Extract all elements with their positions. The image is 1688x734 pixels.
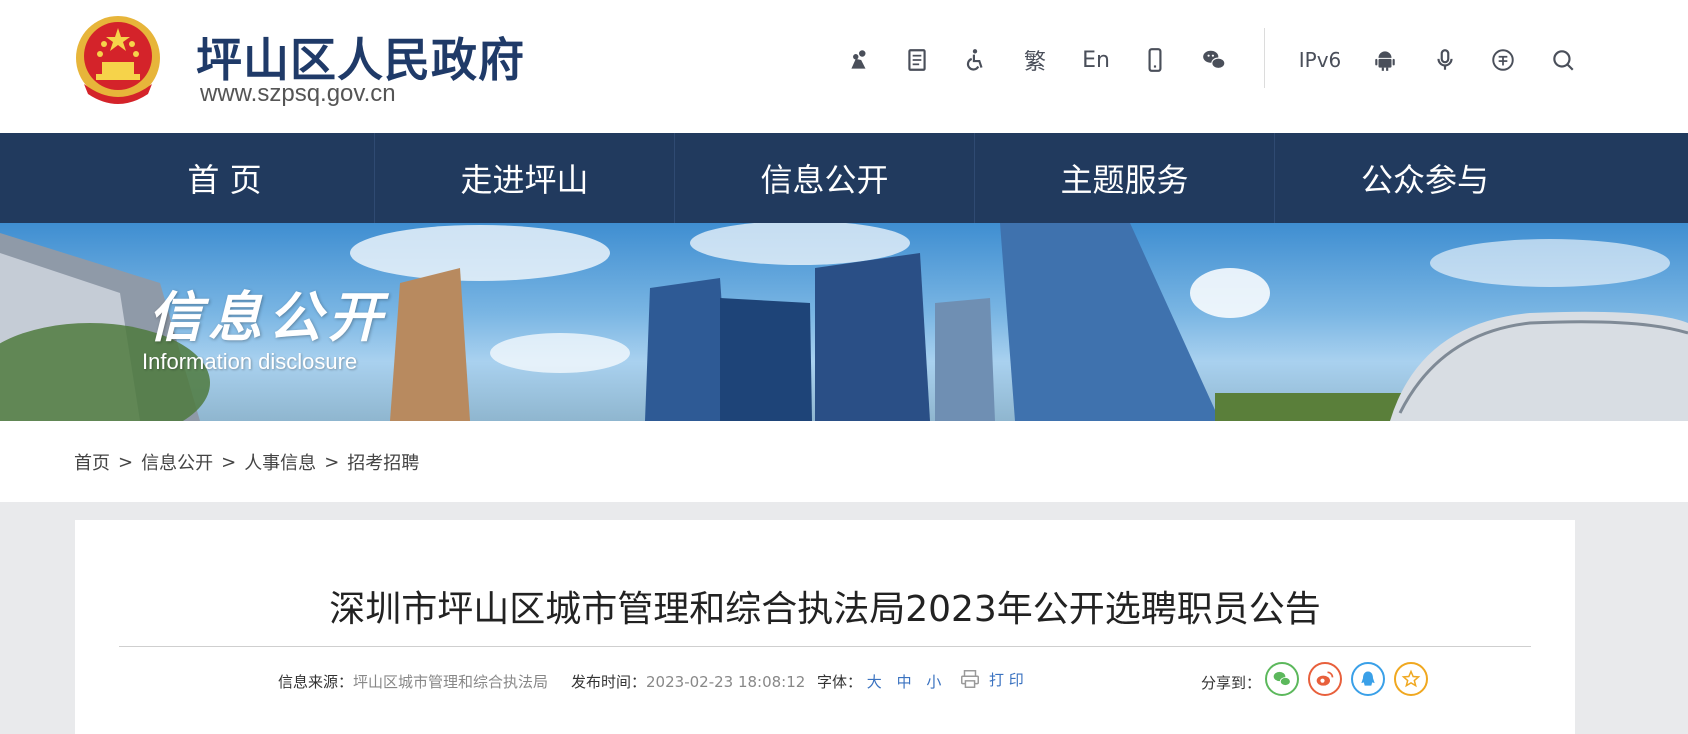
- banner-subtitle: Information disclosure: [142, 349, 358, 374]
- qq-icon: [1361, 671, 1375, 686]
- site-url: www.szpsq.gov.cn: [200, 80, 396, 107]
- mobile-icon[interactable]: [1138, 38, 1172, 82]
- main-nav: 首 页 走进坪山 信息公开 主题服务 公众参与: [0, 133, 1688, 223]
- source-label: 信息来源：: [278, 673, 354, 691]
- elderly-care-icon[interactable]: [842, 38, 876, 82]
- article-time: 发布时间：2023-02-23 18:08:12: [571, 671, 805, 692]
- printer-icon: [961, 670, 979, 688]
- time-label: 发布时间：: [571, 673, 647, 691]
- microphone-icon[interactable]: [1428, 38, 1462, 82]
- share-label: 分享到：: [1201, 674, 1262, 692]
- font-size-controls: 字体： 大 中 小: [817, 671, 951, 692]
- title-divider: [119, 646, 1531, 647]
- article-title: 深圳市坪山区城市管理和综合执法局2023年公开选聘职员公告: [329, 589, 1321, 630]
- accessibility-icon[interactable]: [958, 38, 992, 82]
- nav-item-info-disclosure[interactable]: 信息公开: [675, 133, 975, 223]
- breadcrumb-bar: 首页 > 信息公开 > 人事信息 > 招考招聘: [0, 421, 1688, 502]
- font-medium-button[interactable]: 中: [897, 673, 912, 691]
- share-wechat-button[interactable]: [1265, 662, 1299, 696]
- print-label: 打 印: [989, 670, 1024, 689]
- wechat-icon: [1273, 671, 1291, 686]
- share-weibo-button[interactable]: [1308, 662, 1342, 696]
- print-button[interactable]: 打 印: [959, 668, 1034, 690]
- page-banner: 信息公开 Information disclosure: [0, 223, 1688, 421]
- nav-item-participation[interactable]: 公众参与: [1275, 133, 1575, 223]
- breadcrumb-recruitment[interactable]: 招考招聘: [347, 449, 419, 475]
- breadcrumb: 首页 > 信息公开 > 人事信息 > 招考招聘: [74, 449, 419, 475]
- time-value: 2023-02-23 18:08:12: [646, 673, 806, 691]
- breadcrumb-personnel[interactable]: 人事信息: [244, 449, 316, 475]
- font-label: 字体：: [817, 673, 863, 691]
- search-icon[interactable]: [1546, 38, 1580, 82]
- wechat-icon[interactable]: [1196, 38, 1232, 82]
- android-icon[interactable]: [1368, 38, 1402, 82]
- nav-item-home[interactable]: 首 页: [75, 133, 375, 223]
- star-icon: [1401, 669, 1421, 688]
- currency-icon[interactable]: [1486, 38, 1520, 82]
- share-qq-button[interactable]: [1351, 662, 1385, 696]
- nav-item-about[interactable]: 走进坪山: [375, 133, 675, 223]
- breadcrumb-separator: >: [118, 451, 134, 473]
- nav-item-services[interactable]: 主题服务: [975, 133, 1275, 223]
- english-button[interactable]: En: [1076, 38, 1116, 82]
- breadcrumb-separator: >: [221, 451, 237, 473]
- national-emblem-logo[interactable]: [74, 14, 162, 106]
- banner-title: 信息公开: [148, 285, 388, 349]
- share-favorite-button[interactable]: [1394, 662, 1428, 696]
- toolbar-divider: [1264, 28, 1265, 88]
- source-value: 坪山区城市管理和综合执法局: [353, 673, 549, 691]
- font-large-button[interactable]: 大: [867, 673, 882, 691]
- breadcrumb-info-disclosure[interactable]: 信息公开: [141, 449, 213, 475]
- breadcrumb-home[interactable]: 首页: [74, 449, 110, 475]
- article-card: 深圳市坪山区城市管理和综合执法局2023年公开选聘职员公告 信息来源：坪山区城市…: [75, 520, 1575, 734]
- font-small-button[interactable]: 小: [926, 673, 941, 691]
- breadcrumb-separator: >: [324, 451, 340, 473]
- article-source: 信息来源：坪山区城市管理和综合执法局: [278, 671, 548, 692]
- traditional-chinese-button[interactable]: 繁: [1018, 38, 1052, 82]
- document-icon[interactable]: [900, 38, 934, 82]
- site-header: 坪山区人民政府 www.szpsq.gov.cn 繁 En IPv6: [0, 0, 1688, 133]
- ipv6-label[interactable]: IPv6: [1296, 38, 1344, 82]
- weibo-icon: [1316, 671, 1334, 686]
